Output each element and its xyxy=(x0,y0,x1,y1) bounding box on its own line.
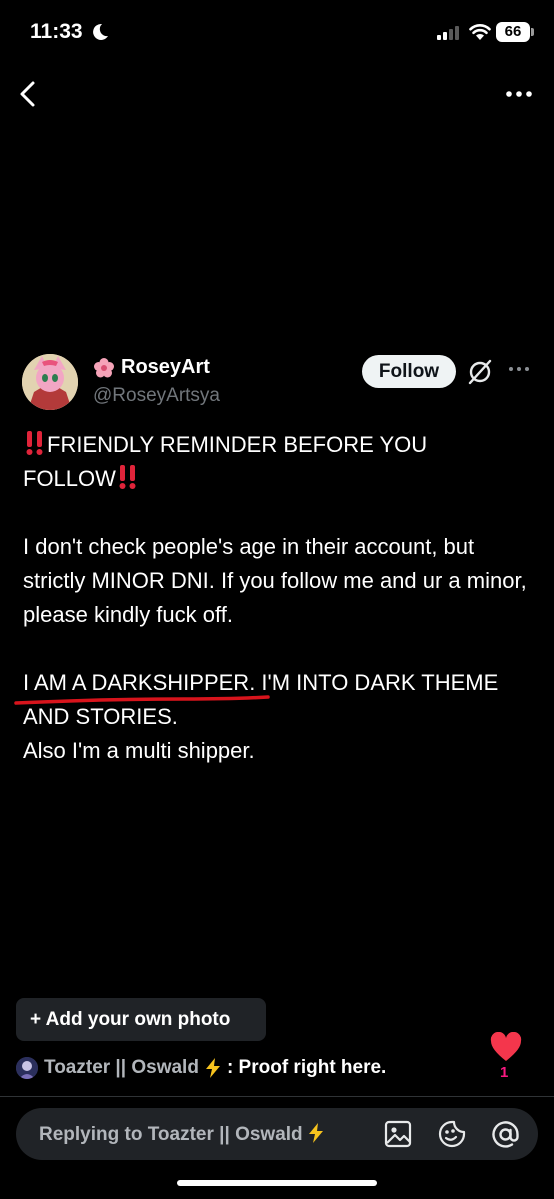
reply-preview[interactable]: Toazter || Oswald : Proof right here. xyxy=(16,1057,386,1079)
reply-avatar xyxy=(16,1057,38,1079)
follow-button[interactable]: Follow xyxy=(362,355,456,388)
heart-icon[interactable] xyxy=(490,1032,522,1062)
mention-icon[interactable] xyxy=(491,1120,520,1149)
avatar[interactable] xyxy=(22,354,78,410)
moon-icon xyxy=(93,23,108,40)
reply-username: Toazter || Oswald xyxy=(44,1057,199,1078)
user-handle[interactable]: @RoseyArtsya xyxy=(93,385,220,407)
lightning-icon xyxy=(205,1058,220,1078)
status-bar: 11:33 66 xyxy=(0,0,554,66)
post-paragraph-1-b: FOLLOW xyxy=(23,466,116,491)
post-paragraph-4: Also I'm a multi shipper. xyxy=(23,738,255,763)
reply-text: : Proof right here. xyxy=(226,1057,387,1078)
double-exclamation-icon xyxy=(26,431,43,455)
image-icon[interactable] xyxy=(384,1120,412,1148)
lightning-icon xyxy=(308,1123,323,1143)
home-indicator xyxy=(177,1180,377,1186)
back-button[interactable] xyxy=(14,78,44,110)
double-exclamation-icon xyxy=(119,465,136,489)
sticker-icon[interactable] xyxy=(438,1120,466,1148)
reply-composer[interactable]: Replying to Toazter || Oswald xyxy=(16,1108,538,1160)
battery-tip xyxy=(531,28,534,36)
flower-icon xyxy=(94,357,114,377)
status-time: 11:33 xyxy=(30,20,83,43)
post-paragraph-1-a: FRIENDLY REMINDER BEFORE YOU xyxy=(47,432,428,457)
divider xyxy=(0,1096,554,1097)
post-paragraph-2: I don't check people's age in their acco… xyxy=(23,534,527,627)
post-paragraph-1: FRIENDLY REMINDER BEFORE YOU FOLLOW xyxy=(23,428,533,496)
display-name: RoseyArt xyxy=(121,356,210,378)
signal-icon xyxy=(437,26,459,40)
red-underline-annotation xyxy=(14,695,270,705)
wifi-icon xyxy=(469,24,491,40)
more-options-icon[interactable] xyxy=(504,86,534,102)
post-more-icon[interactable] xyxy=(508,364,530,374)
reply-input-placeholder[interactable]: Replying to Toazter || Oswald xyxy=(39,1123,324,1146)
add-photo-button[interactable]: + Add your own photo xyxy=(16,998,266,1041)
grok-icon[interactable] xyxy=(467,359,493,385)
battery-indicator: 66 xyxy=(496,22,530,42)
post-text: FRIENDLY REMINDER BEFORE YOU FOLLOW I do… xyxy=(23,428,533,768)
author-name-row[interactable]: RoseyArt xyxy=(93,356,210,379)
reply-placeholder-text: Replying to Toazter || Oswald xyxy=(39,1124,303,1145)
like-count: 1 xyxy=(500,1064,509,1081)
